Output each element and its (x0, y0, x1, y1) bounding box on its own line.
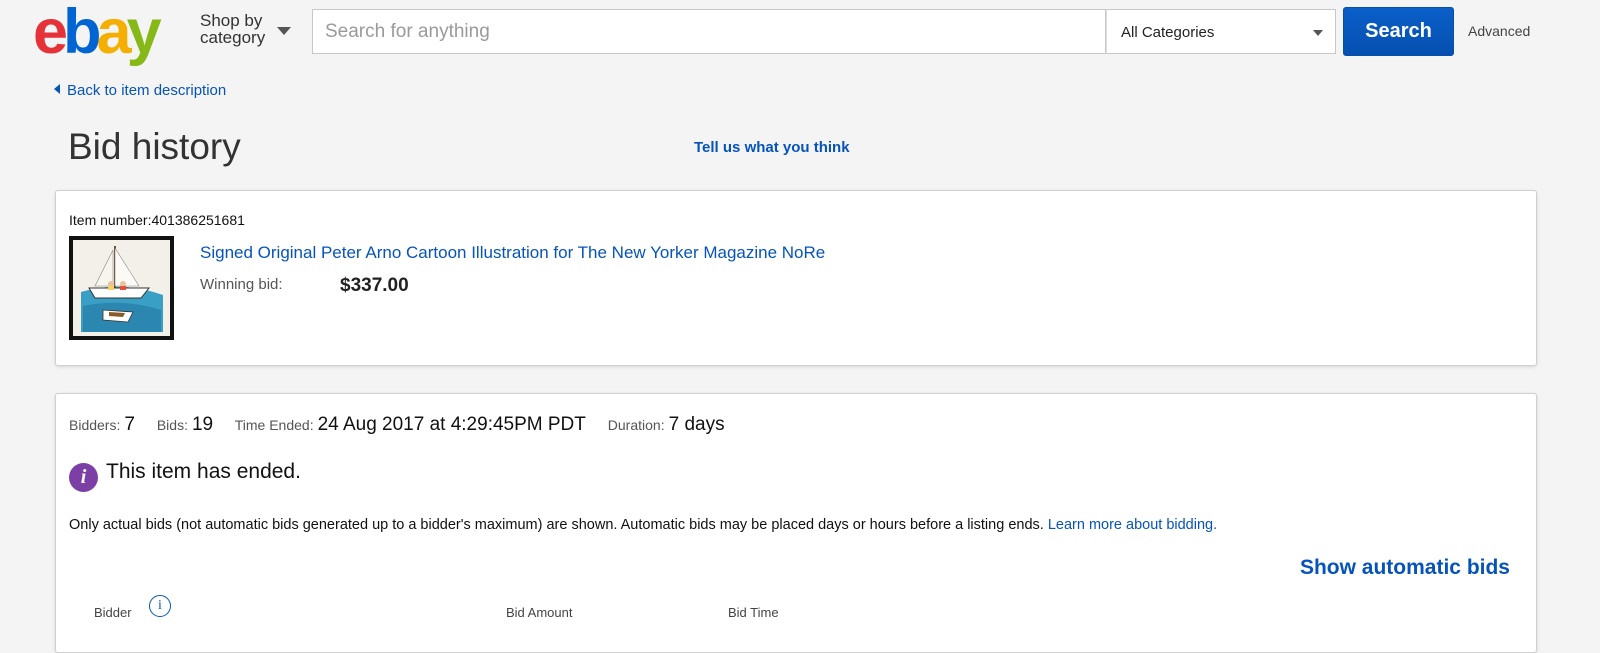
cartoon-illustration (73, 240, 170, 336)
item-ended-notice: i This item has ended. (69, 460, 301, 492)
column-header-bid-amount: Bid Amount (506, 605, 573, 620)
duration-value: 7 days (668, 414, 725, 435)
logo-letter-a: a (96, 0, 132, 67)
item-thumbnail[interactable] (69, 236, 174, 340)
item-title-link[interactable]: Signed Original Peter Arno Cartoon Illus… (200, 243, 825, 263)
logo-letter-e: e (33, 0, 68, 67)
bids-note: Only actual bids (not automatic bids gen… (69, 517, 1217, 533)
bidders-count: 7 (124, 414, 135, 435)
category-selected-value: All Categories (1121, 24, 1215, 41)
duration-label: Duration: (607, 417, 665, 433)
time-ended-value: 24 Aug 2017 at 4:29:45PM PDT (317, 414, 586, 435)
back-to-item-link[interactable]: Back to item description (54, 82, 226, 99)
item-number-value: 401386251681 (151, 212, 245, 228)
category-select[interactable]: All Categories (1106, 9, 1336, 54)
shop-by-category-button[interactable]: Shop by category (200, 12, 265, 46)
bids-count: 19 (191, 414, 214, 435)
item-ended-message: This item has ended. (106, 460, 301, 483)
search-box[interactable] (312, 9, 1106, 54)
back-link-label: Back to item description (67, 82, 227, 99)
info-icon: i (69, 463, 98, 492)
header: ebay Shop by category All Categories Sea… (0, 0, 1600, 67)
advanced-search-link[interactable]: Advanced (1468, 23, 1530, 39)
item-card: Item number:401386251681 Signed Original… (55, 190, 1537, 366)
search-button[interactable]: Search (1343, 7, 1454, 56)
logo-letter-b: b (63, 0, 102, 67)
logo-letter-y: y (126, 0, 162, 67)
bids-label: Bids: (156, 417, 188, 433)
category-label: category (200, 28, 266, 47)
feedback-link[interactable]: Tell us what you think (694, 139, 850, 156)
chevron-down-icon[interactable] (277, 27, 291, 35)
bidder-info-icon[interactable]: i (149, 595, 171, 617)
show-automatic-bids-link[interactable]: Show automatic bids (1300, 556, 1510, 580)
bidders-label: Bidders: (69, 417, 121, 433)
column-header-bidder: Bidder (94, 605, 132, 620)
learn-more-link[interactable]: Learn more about bidding. (1048, 517, 1217, 533)
bids-note-text: Only actual bids (not automatic bids gen… (69, 517, 1044, 533)
winning-bid-label: Winning bid: (200, 276, 283, 293)
item-thumbnail-image (73, 240, 170, 336)
bid-stats: Bidders: 7 Bids: 19 Time Ended: 24 Aug 2017… (69, 414, 743, 436)
page-title: Bid history (68, 126, 241, 167)
time-ended-label: Time Ended: (234, 417, 314, 433)
dropdown-caret-icon (1313, 30, 1323, 36)
column-header-bid-time: Bid Time (728, 605, 779, 620)
ebay-logo[interactable]: ebay (33, 0, 162, 67)
search-input[interactable] (313, 10, 1105, 53)
caret-left-icon (54, 84, 60, 94)
shop-by-label: Shop by (200, 11, 263, 30)
bid-history-card: Bidders: 7 Bids: 19 Time Ended: 24 Aug 2017… (55, 393, 1537, 653)
item-number: Item number:401386251681 (69, 212, 245, 228)
winning-bid-value: $337.00 (340, 275, 409, 296)
item-number-label: Item number: (69, 212, 152, 228)
